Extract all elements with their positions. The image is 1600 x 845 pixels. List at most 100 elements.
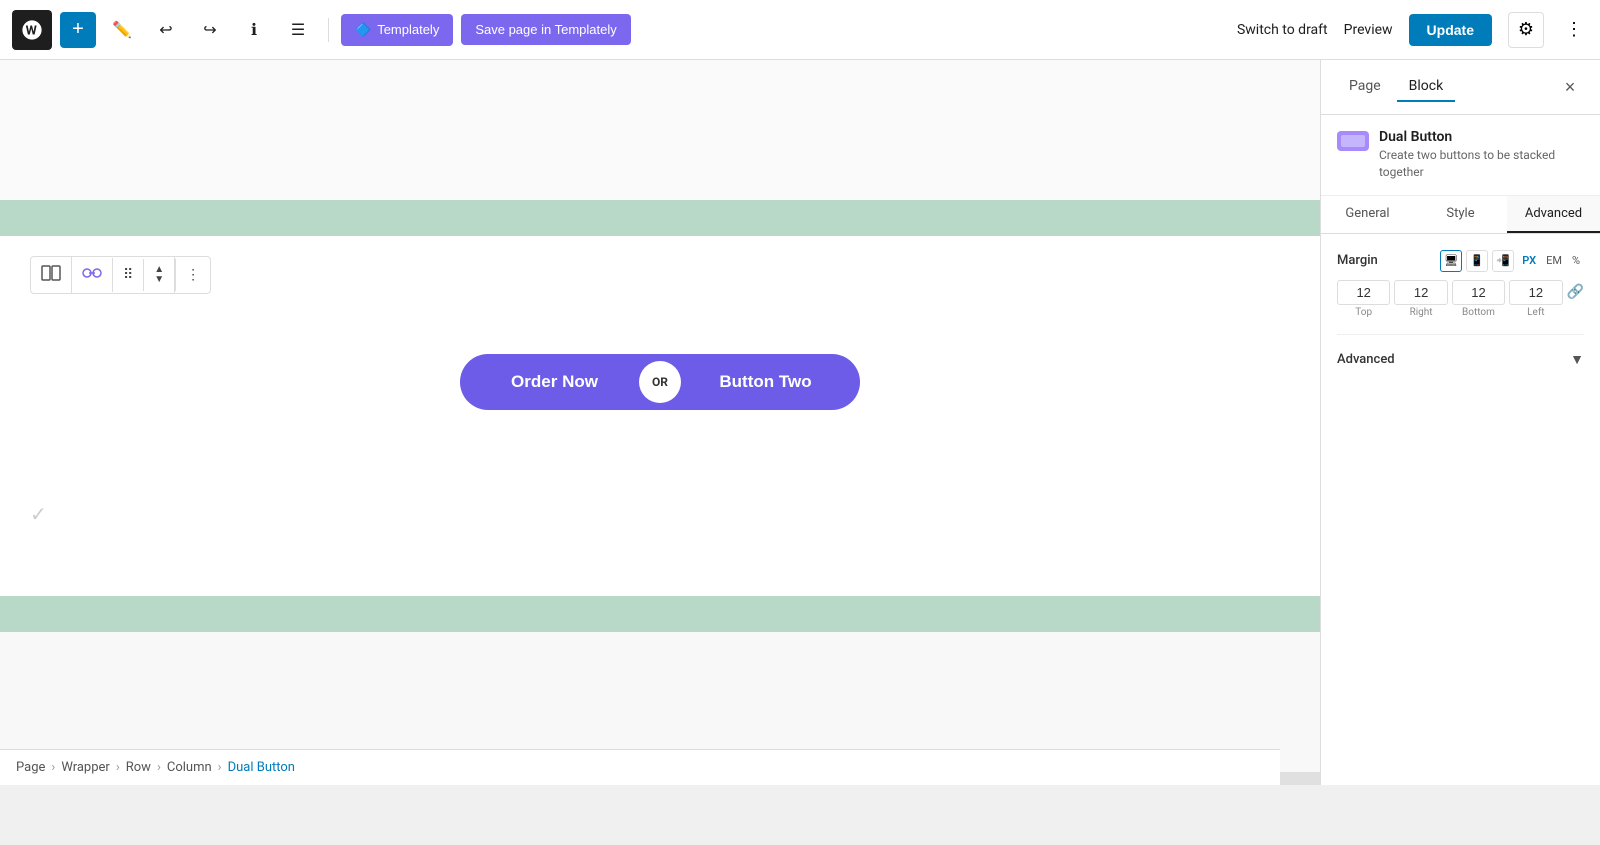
- block-name-label: Dual Button: [1379, 129, 1584, 145]
- edit-icon-btn[interactable]: ✏️: [104, 12, 140, 48]
- desktop-device-icon[interactable]: 🖥: [1440, 250, 1462, 272]
- advanced-section[interactable]: Advanced ▼: [1337, 339, 1584, 380]
- canvas-content: ⠿ ▲ ▼ ⋮ Order Now: [0, 60, 1320, 772]
- tab-block[interactable]: Block: [1397, 72, 1456, 102]
- green-stripe-bottom: [0, 596, 1320, 632]
- more-options-button[interactable]: ⋮: [1560, 12, 1588, 48]
- tab-page[interactable]: Page: [1337, 72, 1393, 102]
- device-icons: 🖥 📱 📲: [1440, 250, 1514, 272]
- preview-link[interactable]: Preview: [1344, 22, 1393, 38]
- parent-block-btn[interactable]: [31, 257, 72, 293]
- more-block-options[interactable]: ⋮: [176, 259, 210, 291]
- chevron-down-icon: ▼: [1570, 351, 1584, 368]
- templately-button[interactable]: 🔷 Templately: [341, 14, 453, 46]
- breadcrumb-column[interactable]: Column: [167, 760, 212, 775]
- breadcrumb-sep-4: ›: [218, 760, 222, 775]
- block-toolbar: ⠿ ▲ ▼ ⋮: [30, 256, 211, 294]
- sub-tab-advanced[interactable]: Advanced: [1507, 196, 1600, 233]
- mobile-icon: 📲: [1496, 254, 1510, 267]
- breadcrumb-sep-2: ›: [116, 760, 120, 775]
- checkmark-icon: ✓: [30, 502, 47, 526]
- panel-header: Page Block ×: [1321, 60, 1600, 115]
- margin-inputs: Top Right Bottom Left 🔗: [1337, 280, 1584, 318]
- sub-tab-general[interactable]: General: [1321, 196, 1414, 233]
- arrows-icon: ▲ ▼: [154, 265, 164, 285]
- margin-right-label: Right: [1410, 307, 1433, 318]
- desktop-icon: 🖥: [1444, 254, 1458, 267]
- margin-top-input[interactable]: [1337, 280, 1390, 305]
- drag-handle[interactable]: ⠿: [113, 259, 144, 291]
- breadcrumb-dual-button[interactable]: Dual Button: [228, 760, 295, 775]
- parent-icon: [41, 265, 61, 285]
- or-separator: OR: [639, 361, 681, 403]
- block-info-text: Dual Button Create two buttons to be sta…: [1379, 129, 1584, 181]
- breadcrumb-row[interactable]: Row: [126, 760, 151, 775]
- info-button[interactable]: ℹ: [236, 12, 272, 48]
- add-block-button[interactable]: +: [60, 12, 96, 48]
- right-panel: Page Block × Dual Button Create two butt…: [1320, 60, 1600, 785]
- switch-draft-link[interactable]: Switch to draft: [1237, 22, 1328, 38]
- drag-icon: ⠿: [123, 267, 133, 283]
- block-info: Dual Button Create two buttons to be sta…: [1321, 115, 1600, 196]
- top-spacer: [0, 60, 1320, 200]
- margin-label: Margin: [1337, 253, 1378, 268]
- wp-logo[interactable]: W: [12, 10, 52, 50]
- margin-controls: 🖥 📱 📲 PX EM %: [1440, 250, 1584, 272]
- margin-right-input[interactable]: [1394, 280, 1447, 305]
- breadcrumb-bar: Page › Wrapper › Row › Column › Dual But…: [0, 749, 1280, 785]
- undo-button[interactable]: ↩: [148, 12, 184, 48]
- tablet-device-icon[interactable]: 📱: [1466, 250, 1488, 272]
- margin-section: Margin 🖥 📱 📲: [1337, 250, 1584, 318]
- margin-header-row: Margin 🖥 📱 📲: [1337, 250, 1584, 272]
- save-templately-label: Save page in Templately: [475, 22, 616, 37]
- sub-tab-style[interactable]: Style: [1414, 196, 1507, 233]
- margin-left-group: Left: [1509, 280, 1562, 318]
- list-view-button[interactable]: ☰: [280, 12, 316, 48]
- panel-close-button[interactable]: ×: [1556, 73, 1584, 101]
- button-two-button[interactable]: Button Two: [681, 372, 860, 392]
- templately-icon: 🔷: [355, 22, 371, 38]
- breadcrumb-wrapper[interactable]: Wrapper: [61, 760, 110, 775]
- margin-left-label: Left: [1527, 307, 1544, 318]
- margin-bottom-group: Bottom: [1452, 280, 1505, 318]
- margin-bottom-input[interactable]: [1452, 280, 1505, 305]
- svg-text:W: W: [26, 23, 38, 38]
- margin-top-group: Top: [1337, 280, 1390, 318]
- unit-tabs: PX EM %: [1518, 252, 1584, 269]
- breadcrumb-sep-3: ›: [157, 760, 161, 775]
- settings-button[interactable]: ⚙: [1508, 12, 1544, 48]
- toolbar-right: Switch to draft Preview Update ⚙ ⋮: [1237, 12, 1588, 48]
- more-vertical-icon: ⋮: [186, 267, 200, 283]
- margin-right-group: Right: [1394, 280, 1447, 318]
- margin-left-input[interactable]: [1509, 280, 1562, 305]
- advanced-label: Advanced: [1337, 352, 1395, 367]
- main-toolbar: W + ✏️ ↩ ↪ ℹ ☰ 🔷 Templately Save page in…: [0, 0, 1600, 60]
- panel-tabs: Page Block: [1337, 72, 1455, 102]
- block-icon-inner: [1341, 135, 1365, 147]
- order-now-button[interactable]: Order Now: [460, 372, 639, 392]
- green-stripe-top: [0, 200, 1320, 236]
- link-icon: [82, 266, 102, 284]
- canvas-area[interactable]: ⠿ ▲ ▼ ⋮ Order Now: [0, 60, 1320, 785]
- margin-link-icon[interactable]: 🔗: [1567, 284, 1584, 300]
- unit-px[interactable]: PX: [1518, 252, 1540, 269]
- mobile-device-icon[interactable]: 📲: [1492, 250, 1514, 272]
- dual-button: Order Now OR Button Two: [460, 354, 860, 410]
- tablet-icon: 📱: [1470, 254, 1484, 267]
- main-layout: ⠿ ▲ ▼ ⋮ Order Now: [0, 60, 1600, 785]
- block-desc-label: Create two buttons to be stacked togethe…: [1379, 147, 1584, 181]
- link-block-btn[interactable]: [72, 258, 113, 292]
- breadcrumb-page[interactable]: Page: [16, 760, 45, 775]
- margin-top-label: Top: [1355, 307, 1372, 318]
- save-templately-button[interactable]: Save page in Templately: [461, 14, 630, 45]
- dual-button-wrapper: Order Now OR Button Two: [30, 314, 1290, 450]
- redo-button[interactable]: ↪: [192, 12, 228, 48]
- move-arrows[interactable]: ▲ ▼: [144, 257, 175, 293]
- unit-em[interactable]: EM: [1542, 252, 1566, 269]
- panel-divider: [1337, 334, 1584, 335]
- unit-percent[interactable]: %: [1568, 252, 1584, 269]
- block-icon: [1337, 131, 1369, 151]
- templately-label: Templately: [377, 22, 439, 37]
- bottom-spacer-white: [30, 450, 1290, 510]
- update-button[interactable]: Update: [1409, 14, 1492, 46]
